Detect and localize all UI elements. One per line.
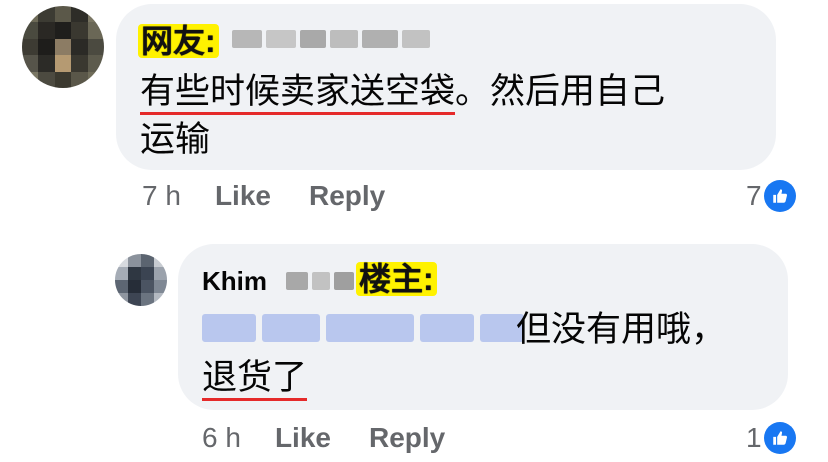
comment-actions: 7 h Like Reply — [142, 180, 423, 212]
comment-text-line2: 运输 — [140, 120, 211, 159]
like-button[interactable]: Like — [275, 422, 331, 454]
comment-text-highlight: 有些时候卖家送空袋 — [140, 72, 456, 115]
comment-text: 有些时候卖家送空袋。然后用自己 — [140, 66, 665, 118]
thumbs-up-icon — [763, 422, 796, 454]
reply-button[interactable]: Reply — [309, 180, 385, 212]
reply-timestamp[interactable]: 6 h — [202, 422, 241, 454]
netizen-tag: 网友: — [138, 24, 219, 58]
comment-timestamp[interactable]: 7 h — [142, 180, 181, 212]
reply-button[interactable]: Reply — [369, 422, 445, 454]
commenter-avatar[interactable] — [22, 6, 104, 88]
reply-text-highlight: 退货了 — [202, 358, 308, 401]
reaction-count: 1 — [746, 422, 762, 453]
reply-author-name[interactable]: Khim — [202, 266, 267, 297]
reply-actions: 6 h Like Reply — [202, 422, 483, 454]
comment-text-rest: 。然后用自己 — [455, 72, 666, 111]
commenter-name-blurred[interactable] — [232, 30, 430, 48]
reply-author-surname-blurred[interactable] — [286, 272, 354, 290]
reaction-summary[interactable]: 1 — [746, 422, 796, 454]
like-button[interactable]: Like — [215, 180, 271, 212]
reaction-count: 7 — [746, 180, 762, 211]
reaction-summary[interactable]: 7 — [746, 180, 796, 212]
thumbs-up-icon — [763, 180, 796, 212]
reply-text: 但没有用哦， — [516, 310, 727, 349]
reply-text-line2: 退货了 — [202, 352, 308, 404]
op-tag: 楼主: — [356, 262, 437, 296]
reply-author-avatar[interactable] — [115, 254, 167, 306]
mentioned-user-blurred[interactable] — [202, 314, 524, 342]
